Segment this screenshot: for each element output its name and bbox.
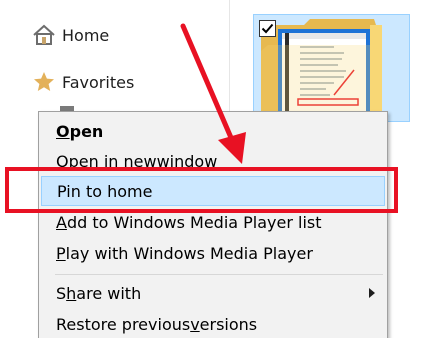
nav-item-label: Home xyxy=(62,25,110,45)
selection-checkbox[interactable] xyxy=(259,20,276,37)
nav-item-label: Favorites xyxy=(62,72,135,92)
menu-item-share-with[interactable]: Sh are with xyxy=(41,278,385,308)
pane-divider xyxy=(229,0,230,120)
menu-item-play-with-wmp[interactable]: Play with Windows Media Player xyxy=(41,238,385,268)
home-icon xyxy=(32,23,56,47)
context-menu: Open Open in new w indow Pin to home Add … xyxy=(38,111,388,338)
selected-folder-tile[interactable] xyxy=(253,14,410,122)
menu-item-open[interactable]: Open xyxy=(41,116,385,146)
submenu-arrow-icon xyxy=(369,288,375,298)
menu-item-pin-to-home[interactable]: Pin to home xyxy=(41,176,385,206)
menu-item-restore-previous-versions[interactable]: Restore previous v ersions xyxy=(41,309,385,338)
explorer-window: Home Favorites O pen Open in new w indow… xyxy=(0,0,437,338)
nav-item-favorites[interactable]: Favorites xyxy=(32,69,134,95)
menu-separator xyxy=(55,274,383,275)
menu-item-open-new-window[interactable]: Open in new w indow xyxy=(41,146,385,176)
checkmark-icon xyxy=(261,23,274,34)
folder-icon xyxy=(261,19,382,121)
menu-item-add-to-wmp-list[interactable]: Add to Windows Media Player list xyxy=(41,207,385,237)
nav-item-home[interactable]: Home xyxy=(32,22,109,48)
star-icon xyxy=(32,70,56,94)
